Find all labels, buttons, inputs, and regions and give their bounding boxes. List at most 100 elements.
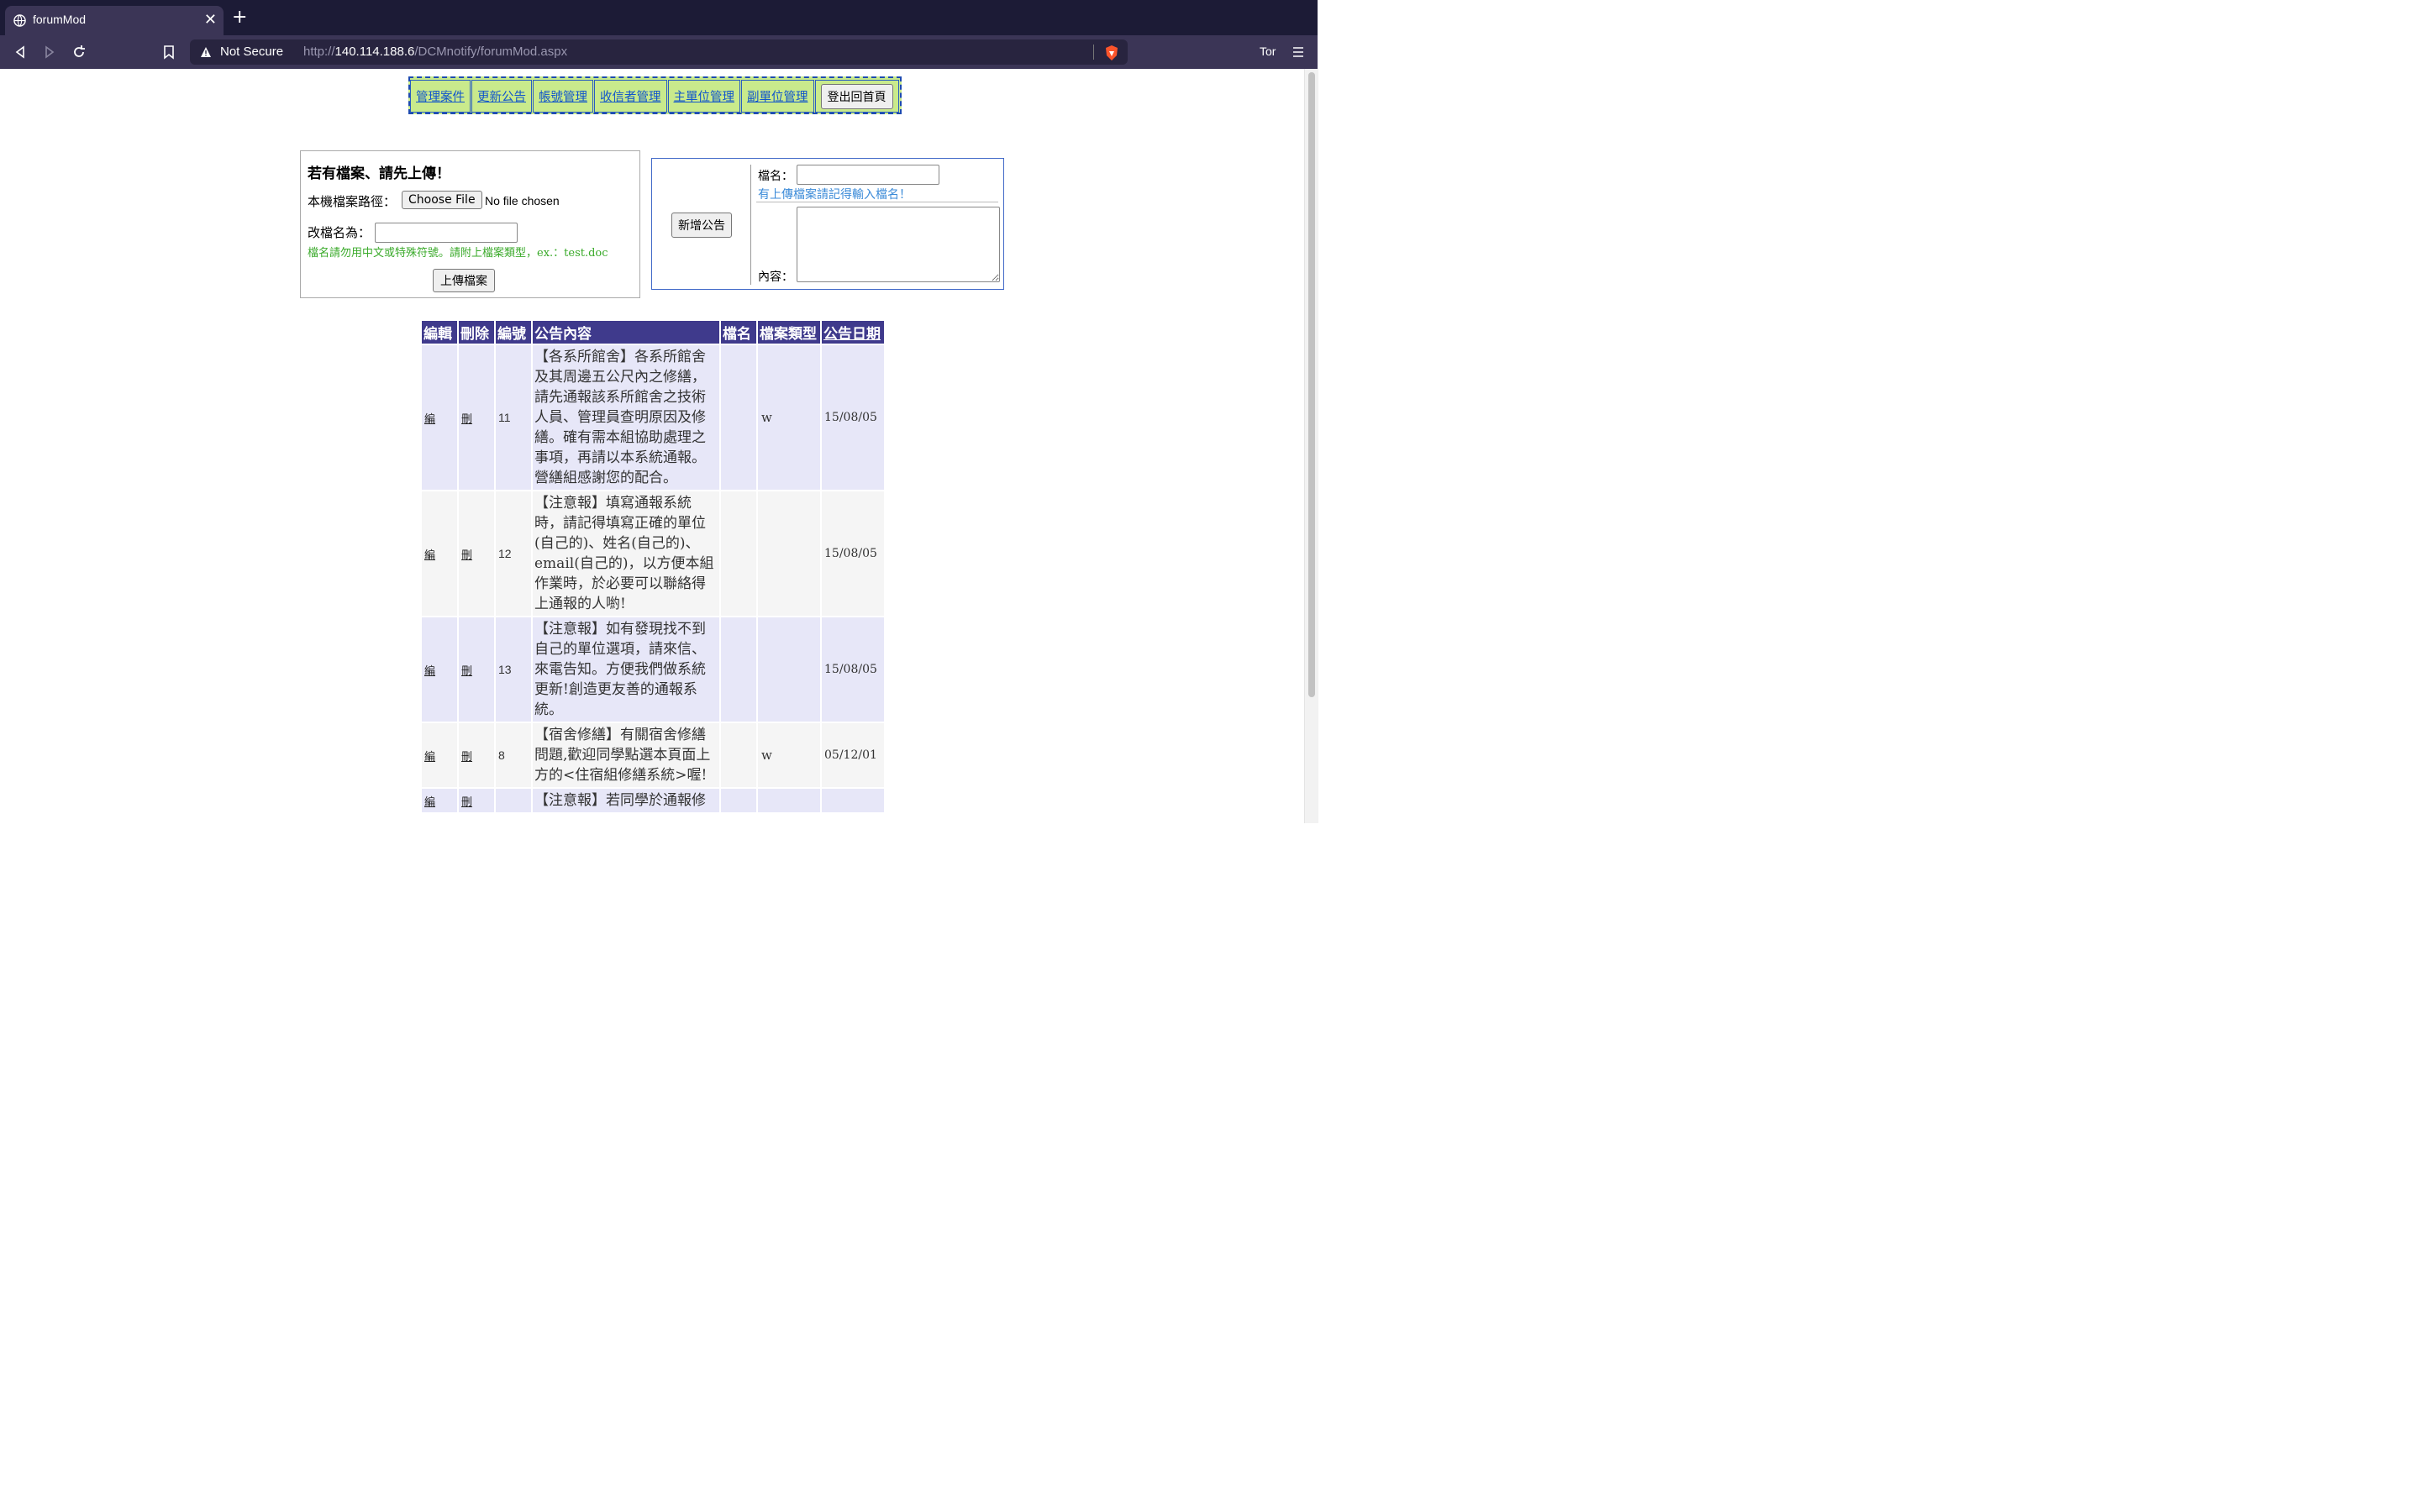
col-filename: 檔名	[721, 321, 756, 344]
id-cell: 11	[496, 345, 531, 490]
edit-cell: 編	[422, 789, 457, 812]
divider	[750, 165, 751, 285]
nav-update-announcements[interactable]: 更新公告	[471, 80, 532, 113]
filetype-cell	[758, 789, 820, 812]
new-tab-icon[interactable]: +	[232, 8, 247, 27]
logout-cell: 登出回首頁	[814, 80, 899, 113]
bookmark-icon[interactable]	[160, 44, 177, 60]
table-row: 編 刪 11 【各系所館舍】各系所館舍及其周邊五公尺內之修繕，請先通報該系所館舍…	[422, 345, 884, 490]
new-announcement-panel: 新增公告 檔名： 有上傳檔案請記得輸入檔名！ 內容：	[651, 158, 1004, 290]
content-label: 內容：	[758, 270, 793, 284]
delete-link[interactable]: 刪	[461, 413, 472, 426]
content-cell: 【各系所館舍】各系所館舍及其周邊五公尺內之修繕，請先通報該系所館舍之技術人員、管…	[533, 345, 719, 490]
tor-button[interactable]: Tor	[1260, 45, 1276, 58]
address-bar[interactable]: Not Secure http://140.114.188.6/DCMnotif…	[190, 39, 1128, 65]
col-date-sort[interactable]: 公告日期	[822, 321, 884, 344]
edit-link[interactable]: 編	[424, 751, 435, 764]
content-textarea[interactable]	[797, 207, 1000, 282]
content-cell: 【注意報】如有發現找不到自己的單位選項，請來信、來電告知。方便我們做系統更新!創…	[533, 617, 719, 722]
file-upload-panel: 若有檔案、請先上傳！ 本機檔案路徑： Choose File No file c…	[300, 150, 640, 298]
rename-label: 改檔名為：	[308, 225, 371, 240]
edit-link[interactable]: 編	[424, 665, 435, 678]
browser-tab[interactable]: forumMod ✕	[5, 6, 224, 35]
filetype-cell	[758, 491, 820, 616]
security-label[interactable]: Not Secure	[220, 45, 283, 59]
filename-cell	[721, 789, 756, 812]
url-text[interactable]: http://140.114.188.6/DCMnotify/forumMod.…	[303, 45, 567, 59]
forward-icon[interactable]	[41, 44, 58, 60]
id-cell: 13	[496, 617, 531, 722]
reload-icon[interactable]	[71, 44, 87, 60]
announcements-table: 編輯 刪除 編號 公告內容 檔名 檔案類型 公告日期 編 刪 11 【各系所館舍…	[420, 319, 886, 814]
delete-link[interactable]: 刪	[461, 549, 472, 562]
edit-cell: 編	[422, 491, 457, 616]
filetype-cell: w	[758, 345, 820, 490]
col-delete: 刪除	[459, 321, 494, 344]
nav-account-management[interactable]: 帳號管理	[533, 80, 593, 113]
nav-recipient-management[interactable]: 收信者管理	[594, 80, 667, 113]
delete-cell: 刪	[459, 789, 494, 812]
browser-toolbar: Not Secure http://140.114.188.6/DCMnotif…	[0, 35, 1318, 69]
content-cell: 【注意報】填寫通報系統時，請記得填寫正確的單位(自己的)、姓名(自己的)、ema…	[533, 491, 719, 616]
filename-input[interactable]	[797, 165, 939, 185]
nav-main-unit-management[interactable]: 主單位管理	[667, 80, 740, 113]
edit-link[interactable]: 編	[424, 413, 435, 426]
delete-cell: 刪	[459, 617, 494, 722]
back-icon[interactable]	[12, 44, 29, 60]
divider	[1093, 45, 1094, 60]
delete-cell: 刪	[459, 491, 494, 616]
tab-title: forumMod	[33, 13, 87, 26]
edit-link[interactable]: 編	[424, 796, 435, 809]
id-cell	[496, 789, 531, 812]
table-row: 編 刪 【注意報】若同學於通報修	[422, 789, 884, 812]
filename-cell	[721, 491, 756, 616]
date-cell	[822, 789, 884, 812]
filename-reminder: 有上傳檔案請記得輸入檔名！	[758, 188, 911, 202]
choose-file-button[interactable]: Choose File	[402, 191, 482, 209]
nav-sub-unit-management[interactable]: 副單位管理	[741, 80, 814, 113]
page-scrollbar[interactable]	[1304, 69, 1318, 823]
col-edit: 編輯	[422, 321, 457, 344]
delete-link[interactable]: 刪	[461, 796, 472, 809]
browser-tab-strip: forumMod ✕ +	[0, 0, 1318, 35]
nav-manage-cases[interactable]: 管理案件	[410, 80, 471, 113]
edit-link[interactable]: 編	[424, 549, 435, 562]
date-cell: 05/12/01	[822, 723, 884, 787]
delete-cell: 刪	[459, 345, 494, 490]
edit-cell: 編	[422, 617, 457, 722]
upload-button[interactable]: 上傳檔案	[433, 269, 495, 292]
filename-label: 檔名：	[758, 170, 793, 183]
date-cell: 15/08/05	[822, 617, 884, 722]
globe-icon	[13, 14, 26, 27]
filename-cell	[721, 617, 756, 722]
delete-link[interactable]: 刪	[461, 665, 472, 678]
page-content: 管理案件 更新公告 帳號管理 收信者管理 主單位管理 副單位管理 登出回首頁 若…	[0, 69, 1304, 823]
col-id: 編號	[496, 321, 531, 344]
scrollbar-thumb[interactable]	[1308, 72, 1315, 697]
rename-input[interactable]	[375, 223, 518, 243]
table-row: 編 刪 8 【宿舍修繕】有關宿舍修繕問題,歡迎同學點選本頁面上方的<住宿組修繕系…	[422, 723, 884, 787]
col-content: 公告內容	[533, 321, 719, 344]
close-tab-icon[interactable]: ✕	[204, 11, 217, 29]
filetype-cell: w	[758, 723, 820, 787]
filename-hint: 檔名請勿用中文或特殊符號。請附上檔案類型，ex.：test.doc	[308, 247, 608, 260]
filename-cell	[721, 345, 756, 490]
id-cell: 12	[496, 491, 531, 616]
brave-shield-icon[interactable]	[1104, 45, 1119, 61]
edit-cell: 編	[422, 723, 457, 787]
table-row: 編 刪 13 【注意報】如有發現找不到自己的單位選項，請來信、來電告知。方便我們…	[422, 617, 884, 722]
logout-button[interactable]: 登出回首頁	[820, 83, 893, 109]
delete-cell: 刪	[459, 723, 494, 787]
delete-link[interactable]: 刪	[461, 751, 472, 764]
content-cell: 【注意報】若同學於通報修	[533, 789, 719, 812]
add-announcement-button[interactable]: 新增公告	[671, 213, 732, 238]
id-cell: 8	[496, 723, 531, 787]
content-cell: 【宿舍修繕】有關宿舍修繕問題,歡迎同學點選本頁面上方的<住宿組修繕系統>喔!	[533, 723, 719, 787]
file-path-label: 本機檔案路徑：	[308, 194, 397, 209]
col-filetype: 檔案類型	[758, 321, 820, 344]
date-cell: 15/08/05	[822, 491, 884, 616]
menu-icon[interactable]	[1292, 45, 1304, 59]
admin-nav-menu: 管理案件 更新公告 帳號管理 收信者管理 主單位管理 副單位管理 登出回首頁	[408, 76, 902, 114]
warning-icon[interactable]	[200, 46, 212, 58]
filename-cell	[721, 723, 756, 787]
